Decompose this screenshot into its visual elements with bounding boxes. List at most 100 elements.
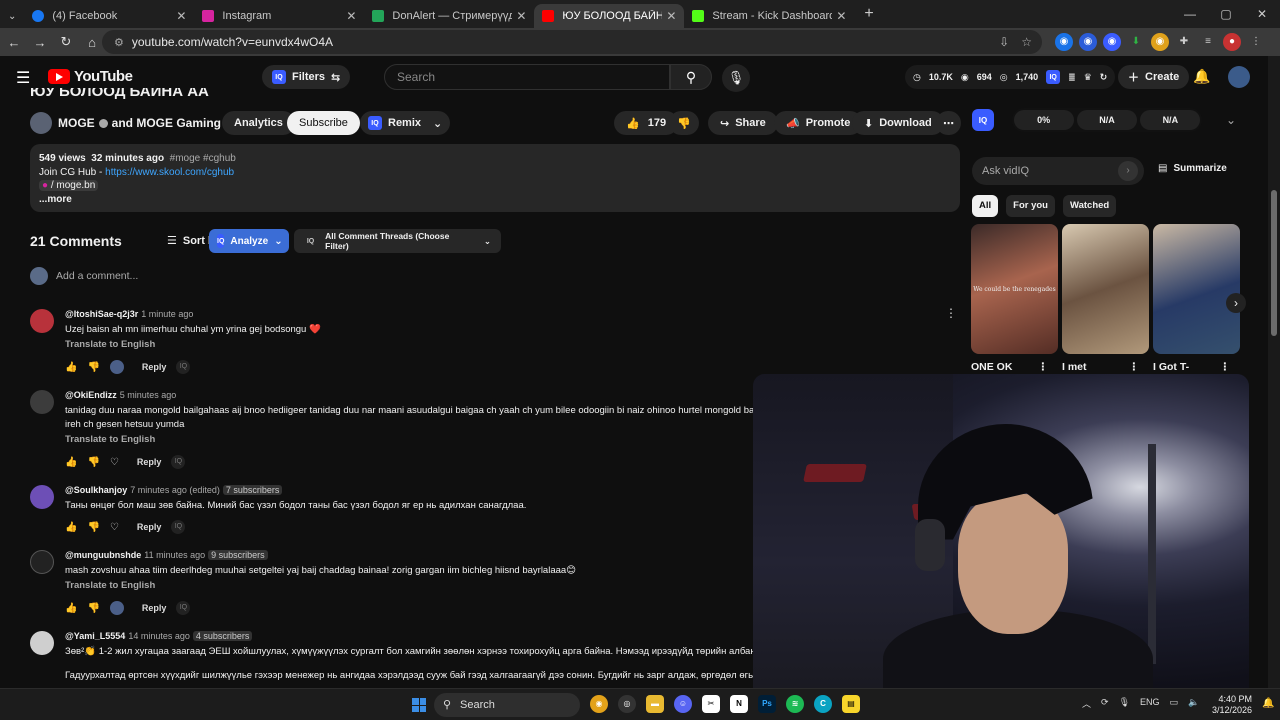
voice-search-button[interactable]: 🎙 bbox=[722, 64, 750, 92]
reply-button[interactable]: Reply bbox=[137, 457, 162, 467]
new-tab-plus-icon[interactable]: + bbox=[864, 5, 873, 23]
photoshop-icon[interactable]: Ps bbox=[758, 695, 776, 713]
description-more[interactable]: ...more bbox=[39, 193, 951, 207]
network-icon[interactable]: ▭ bbox=[1170, 697, 1179, 710]
tab-search-icon[interactable]: ⌄ bbox=[8, 11, 16, 22]
search-input[interactable]: Search bbox=[384, 64, 670, 90]
extension-icon[interactable]: ◉ bbox=[1055, 33, 1073, 51]
comment-author[interactable]: @Soulkhanjoy bbox=[65, 485, 127, 495]
extension-icon[interactable]: ◉ bbox=[1151, 33, 1169, 51]
sync-icon[interactable]: ⟳ bbox=[1101, 697, 1109, 710]
vidiq-filters-button[interactable]: IQ Filters ⇆ bbox=[262, 65, 351, 89]
close-window-icon[interactable]: ✕ bbox=[1244, 0, 1280, 28]
close-icon[interactable]: ✕ bbox=[666, 9, 676, 23]
hamburger-menu-icon[interactable]: ☰ bbox=[16, 68, 30, 88]
comment-avatar[interactable] bbox=[30, 485, 54, 509]
forward-arrow-icon[interactable]: → bbox=[28, 35, 52, 50]
reading-list-icon[interactable]: ≡ bbox=[1199, 33, 1217, 51]
channel-name[interactable]: MOGE and MOGE Gaming bbox=[58, 116, 238, 130]
share-button[interactable]: ↪ Share bbox=[708, 111, 778, 135]
tab-donalert[interactable]: DonAlert — Стримерүүдэд зор✕ bbox=[364, 4, 534, 28]
more-vertical-icon[interactable]: ⋮ bbox=[1038, 361, 1049, 373]
remix-button[interactable]: IQ Remix ⌄ bbox=[360, 111, 451, 135]
comment-avatar[interactable] bbox=[30, 631, 54, 655]
video-title-link[interactable]: I Got T- ⋮ bbox=[1153, 361, 1240, 373]
install-icon[interactable]: ⇩ bbox=[999, 35, 1009, 49]
chrome-icon[interactable]: ◉ bbox=[590, 695, 608, 713]
back-arrow-icon[interactable]: ← bbox=[2, 35, 26, 50]
heart-icon[interactable]: ♡ bbox=[110, 522, 119, 533]
chip-all[interactable]: All bbox=[972, 195, 999, 217]
tab-kick[interactable]: Stream - Kick Dashboard ✕ bbox=[684, 4, 854, 28]
send-arrow-icon[interactable]: › bbox=[1118, 161, 1138, 181]
close-icon[interactable]: ✕ bbox=[516, 9, 526, 23]
taskbar-clock[interactable]: 4:40 PM 3/12/2026 bbox=[1212, 694, 1252, 716]
like-comment-icon[interactable]: 👍 bbox=[65, 603, 77, 614]
more-vertical-icon[interactable]: ⋮ bbox=[1129, 361, 1140, 373]
windows-start-icon[interactable] bbox=[412, 698, 426, 712]
sticky-notes-icon[interactable]: ▤ bbox=[842, 695, 860, 713]
chip-for-you[interactable]: For you bbox=[1006, 195, 1055, 217]
dislike-comment-icon[interactable]: 👎 bbox=[87, 362, 99, 373]
extension-icon[interactable]: ◉ bbox=[1079, 33, 1097, 51]
chevron-up-icon[interactable]: ︿ bbox=[1082, 697, 1091, 710]
comment-threads-filter[interactable]: IQ All Comment Threads (Choose Filter) ⌄ bbox=[294, 229, 501, 253]
tab-youtube[interactable]: ЮУ БОЛООД БАЙНА АА - You✕ bbox=[534, 4, 685, 28]
like-comment-icon[interactable]: 👍 bbox=[65, 522, 77, 533]
home-icon[interactable]: ⌂ bbox=[80, 35, 104, 50]
like-comment-icon[interactable]: 👍 bbox=[65, 362, 77, 373]
video-thumbnail[interactable] bbox=[1062, 224, 1149, 354]
language-indicator[interactable]: ENG bbox=[1140, 697, 1160, 710]
chip-watched[interactable]: Watched bbox=[1062, 195, 1117, 217]
reply-button[interactable]: Reply bbox=[137, 522, 162, 532]
skool-link[interactable]: https://www.skool.com/cghub bbox=[105, 167, 234, 178]
analytics-button[interactable]: Analytics bbox=[222, 111, 295, 135]
maximize-icon[interactable]: ▢ bbox=[1208, 0, 1244, 28]
scrollbar-thumb[interactable] bbox=[1271, 190, 1277, 336]
heart-icon[interactable]: ♡ bbox=[110, 457, 119, 468]
vidiq-analyze-button[interactable]: IQ Analyze ⌄ bbox=[209, 229, 289, 253]
video-thumbnail[interactable]: We could be the renegades bbox=[971, 224, 1058, 354]
dislike-comment-icon[interactable]: 👎 bbox=[87, 457, 99, 468]
vidiq-reply-icon[interactable]: IQ bbox=[171, 455, 186, 469]
chevron-down-icon[interactable]: ⌄ bbox=[1226, 113, 1236, 127]
comment-author[interactable]: @munguubnshde bbox=[65, 550, 141, 560]
comment-avatar[interactable] bbox=[30, 550, 54, 574]
subscribe-button[interactable]: Subscribe bbox=[287, 111, 360, 135]
more-vertical-icon[interactable]: ⋮ bbox=[1220, 361, 1231, 373]
notion-icon[interactable]: N bbox=[730, 695, 748, 713]
channel-avatar[interactable] bbox=[30, 112, 52, 134]
account-avatar[interactable] bbox=[1228, 66, 1250, 88]
browser-icon[interactable]: C bbox=[814, 695, 832, 713]
reply-button[interactable]: Reply bbox=[142, 603, 167, 613]
comment-author[interactable]: @OkiEndizz bbox=[65, 390, 117, 400]
like-comment-icon[interactable]: 👍 bbox=[65, 457, 77, 468]
url-field[interactable]: ⚙ youtube.com/watch?v=eunvdx4wO4A ⇩ ☆ bbox=[102, 30, 1042, 54]
translate-link[interactable]: Translate to English bbox=[65, 339, 155, 350]
creator-heart-icon[interactable] bbox=[109, 360, 124, 374]
site-info-icon[interactable]: ⚙ bbox=[114, 36, 124, 49]
promote-button[interactable]: 📣 Promote bbox=[774, 111, 863, 135]
extension-download-icon[interactable]: ⬇ bbox=[1127, 33, 1145, 51]
close-icon[interactable]: ✕ bbox=[836, 9, 846, 23]
comment-more-icon[interactable]: ⋮ bbox=[945, 306, 957, 320]
video-thumbnail[interactable] bbox=[1153, 224, 1240, 354]
vidiq-stats[interactable]: ◷ 10.7K ◉ 694 ◎ 1,740 IQ ≣ ♛ ↻ bbox=[905, 65, 1116, 89]
video-title-link[interactable]: ONE OK ⋮ bbox=[971, 361, 1058, 373]
creator-heart-icon[interactable] bbox=[109, 601, 124, 615]
mic-tray-icon[interactable]: 🎙 bbox=[1119, 697, 1130, 710]
tab-facebook[interactable]: (4) Facebook ✕ bbox=[24, 4, 194, 28]
vidiq-reply-icon[interactable]: IQ bbox=[176, 360, 191, 374]
bookmark-star-icon[interactable]: ☆ bbox=[1021, 35, 1032, 49]
file-explorer-icon[interactable]: ▬ bbox=[646, 695, 664, 713]
chrome-menu-icon[interactable]: ⋮ bbox=[1247, 33, 1265, 51]
video-title-link[interactable]: I met ⋮ bbox=[1062, 361, 1149, 373]
taskbar-search[interactable]: ⚲ Search bbox=[434, 693, 580, 717]
chevron-right-icon[interactable]: › bbox=[1226, 293, 1246, 313]
profile-icon[interactable]: ● bbox=[1223, 33, 1241, 51]
instagram-link[interactable]: ● / moge.bn bbox=[39, 180, 99, 191]
notification-bell-icon[interactable]: 🔔 bbox=[1262, 698, 1274, 709]
comment-avatar[interactable] bbox=[30, 309, 54, 333]
volume-icon[interactable]: 🔈 bbox=[1188, 697, 1199, 710]
translate-link[interactable]: Translate to English bbox=[65, 434, 155, 445]
